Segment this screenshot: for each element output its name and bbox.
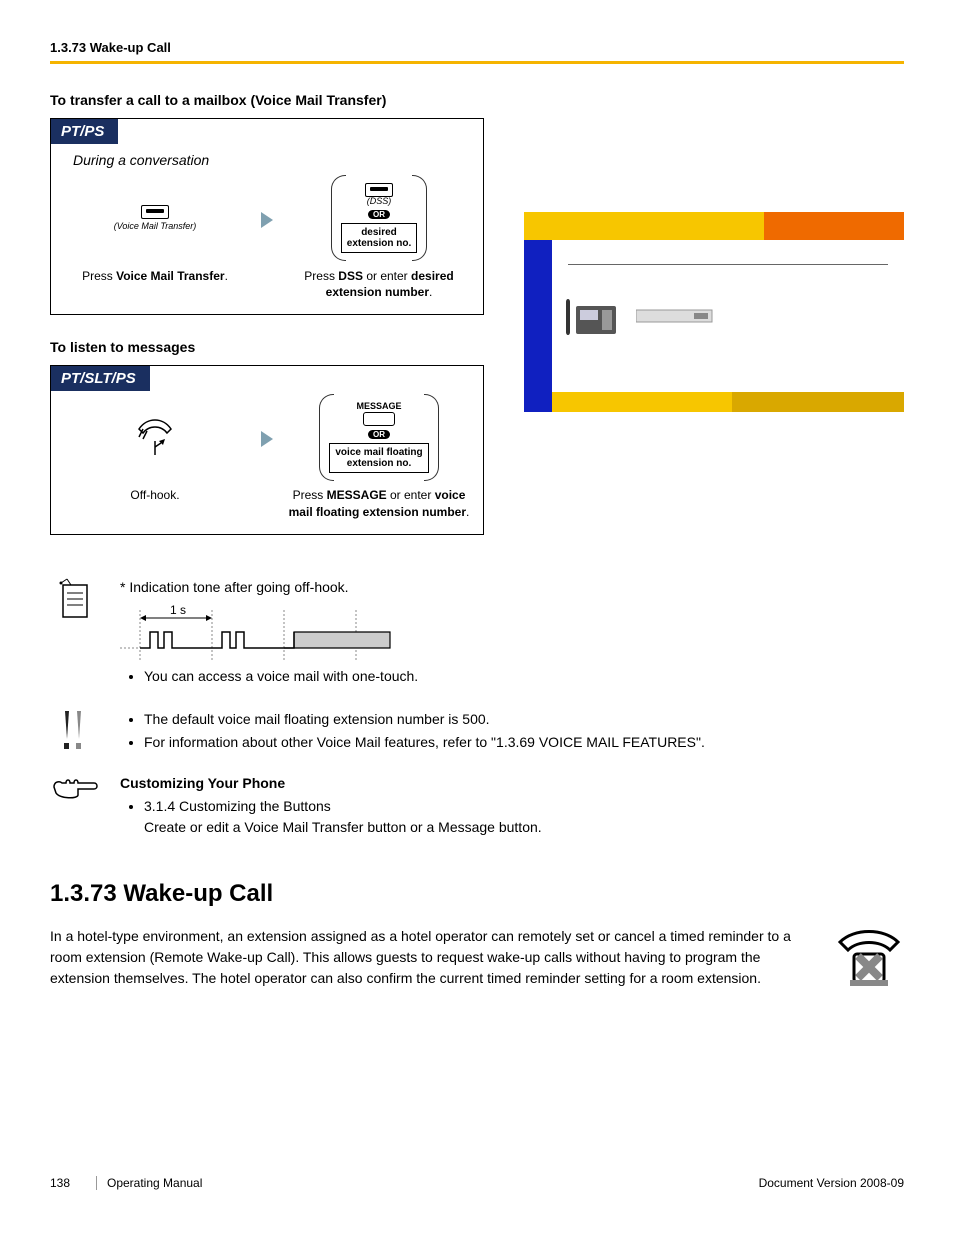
message-key-label: MESSAGE	[356, 402, 401, 412]
bullets-1: You can access a voice mail with one-tou…	[120, 666, 904, 687]
tone-note-text: * Indication tone after going off-hook.	[120, 577, 904, 598]
arrow-icon	[261, 431, 273, 447]
important-row: The default voice mail floating extensio…	[50, 707, 904, 755]
proc2-step1-callout: Off-hook.	[130, 477, 179, 503]
dss-key-icon	[365, 183, 393, 197]
promo-image	[524, 212, 904, 412]
proc1-step2-callout: Press DSS or enter desired extension num…	[287, 258, 471, 300]
desk-phone-icon	[562, 292, 622, 340]
proc1-context: During a conversation	[51, 144, 483, 178]
proc1-step1-callout: Press Voice Mail Transfer.	[82, 258, 228, 284]
vm-transfer-heading: To transfer a call to a mailbox (Voice M…	[50, 92, 484, 108]
vm-float-ext-box: voice mail floatingextension no.	[329, 443, 428, 473]
listen-heading: To listen to messages	[50, 339, 484, 355]
phone-cancel-icon	[834, 926, 904, 990]
bullets-2: The default voice mail floating extensio…	[120, 709, 904, 753]
bullet-default-500: The default voice mail floating extensio…	[144, 709, 904, 730]
section-body-row: In a hotel-type environment, an extensio…	[50, 926, 904, 990]
dss-key-label: (DSS)	[367, 197, 392, 207]
page-header: 1.3.73 Wake-up Call	[50, 40, 904, 55]
proc2-step2-callout: Press MESSAGE or enter voice mail floati…	[287, 477, 471, 519]
proc2-tab: PT/SLT/PS	[51, 366, 150, 391]
tone-note-row: * Indication tone after going off-hook. …	[50, 577, 904, 689]
page-number: 138	[50, 1176, 97, 1190]
proc1-or-group: (DSS) OR desiredextension no.	[331, 175, 427, 262]
rack-unit-icon	[636, 306, 716, 326]
or-label: OR	[368, 210, 390, 219]
message-key-icon	[363, 412, 395, 426]
procedure-vm-transfer: PT/PS During a conversation (Voice Mail …	[50, 118, 484, 315]
footer-docver: Document Version 2008-09	[759, 1176, 904, 1190]
footer-manual: Operating Manual	[107, 1176, 759, 1190]
voice-mail-transfer-key-icon	[141, 205, 169, 219]
or-label: OR	[368, 430, 390, 439]
bullet-onetouch: You can access a voice mail with one-tou…	[144, 666, 904, 687]
proc2-or-group: MESSAGE OR voice mail floatingextension …	[319, 394, 438, 481]
procedure-listen: PT/SLT/PS Off	[50, 365, 484, 534]
customize-line: 3.1.4 Customizing the Buttons Create or …	[144, 796, 904, 838]
desired-ext-box: desiredextension no.	[341, 223, 417, 253]
tone-waveform-icon: 1 s	[120, 604, 400, 664]
off-hook-icon	[133, 415, 177, 459]
section-body-text: In a hotel-type environment, an extensio…	[50, 926, 816, 989]
arrow-icon	[261, 212, 273, 228]
customize-heading: Customizing Your Phone	[120, 773, 904, 794]
notepad-icon	[53, 577, 97, 625]
header-rule	[50, 61, 904, 64]
exclamation-icon	[55, 707, 95, 755]
section-heading: 1.3.73 Wake-up Call	[50, 880, 904, 908]
pointing-hand-icon	[52, 773, 98, 803]
page-footer: 138 Operating Manual Document Version 20…	[50, 1176, 904, 1190]
bullet-vm-features-ref: For information about other Voice Mail f…	[144, 732, 904, 753]
tone-time-label: 1 s	[170, 604, 186, 617]
vm-key-label: (Voice Mail Transfer)	[114, 222, 197, 232]
customize-row: Customizing Your Phone 3.1.4 Customizing…	[50, 773, 904, 840]
proc1-tab: PT/PS	[51, 119, 118, 144]
